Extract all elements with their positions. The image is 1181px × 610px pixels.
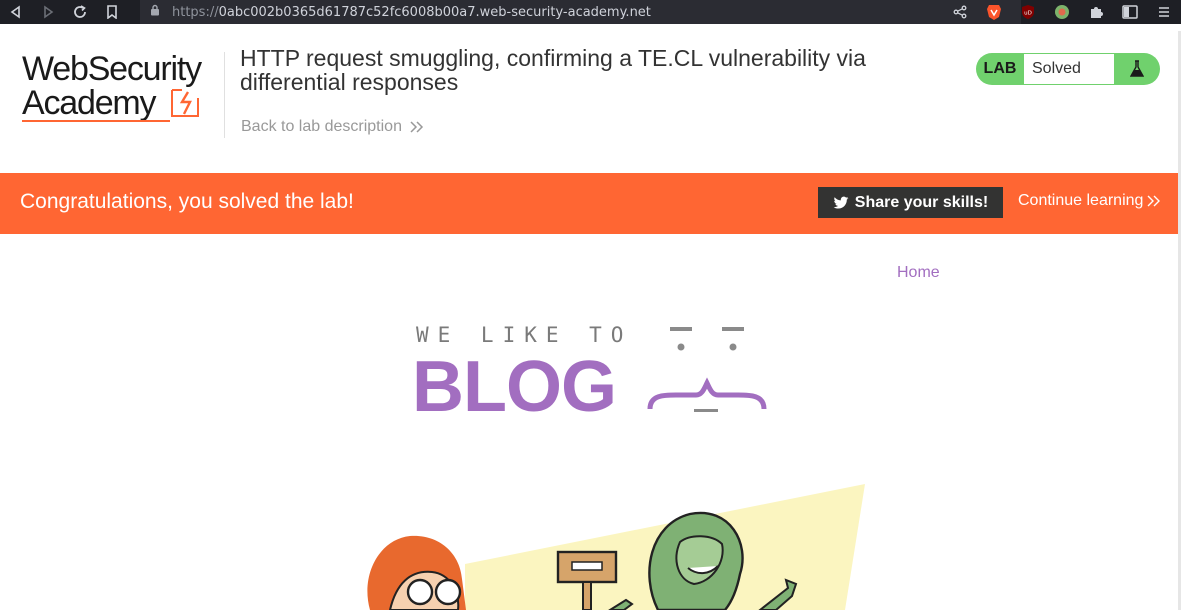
logo-line-2: Academy bbox=[22, 84, 157, 122]
flask-icon bbox=[1114, 60, 1160, 78]
url-host: 0abc002b0365d61787c52fc6008b00a7.web-sec… bbox=[218, 4, 651, 20]
share-your-skills-button[interactable]: Share your skills! bbox=[818, 187, 1003, 218]
share-button-label: Share your skills! bbox=[854, 193, 989, 211]
url-text: https://0abc002b0365d61787c52fc6008b00a7… bbox=[172, 5, 651, 20]
lock-icon bbox=[150, 3, 160, 21]
blog-logo-word: BLOG bbox=[412, 347, 617, 427]
back-to-lab-description-link[interactable]: Back to lab description bbox=[241, 118, 424, 136]
web-security-academy-logo[interactable]: WebSecurity Academy bbox=[22, 52, 222, 132]
share-icon[interactable] bbox=[943, 0, 977, 24]
extension-circle-icon[interactable] bbox=[1045, 0, 1079, 24]
blog-page: Home WE LIKE TO BLOG bbox=[0, 234, 1181, 610]
logo-bolt-icon bbox=[171, 89, 199, 117]
double-chevron-right-icon bbox=[410, 121, 424, 133]
double-chevron-right-icon bbox=[1147, 195, 1161, 207]
congratulations-message: Congratulations, you solved the lab! bbox=[20, 190, 354, 213]
back-link-label: Back to lab description bbox=[241, 118, 402, 135]
twitter-icon bbox=[833, 196, 849, 209]
puzzle-icon[interactable] bbox=[1079, 0, 1113, 24]
bookmark-icon[interactable] bbox=[96, 0, 128, 24]
logo-line-1: WebSecurity bbox=[22, 50, 202, 88]
logo-underline bbox=[22, 120, 170, 122]
academy-lab-header: WebSecurity Academy HTTP request smuggli… bbox=[0, 31, 1181, 173]
svg-text:uD: uD bbox=[1024, 11, 1032, 17]
sidebar-icon[interactable] bbox=[1113, 0, 1147, 24]
header-divider bbox=[224, 52, 225, 138]
address-bar[interactable]: https://0abc002b0365d61787c52fc6008b00a7… bbox=[140, 0, 1021, 24]
lab-solved-banner: Congratulations, you solved the lab! Sha… bbox=[0, 173, 1181, 234]
ublock-icon[interactable]: uD bbox=[1011, 0, 1045, 24]
continue-link-label: Continue learning bbox=[1018, 192, 1144, 209]
lab-status-text: Solved bbox=[1024, 54, 1114, 84]
continue-learning-link[interactable]: Continue learning bbox=[1018, 192, 1161, 210]
menu-icon[interactable] bbox=[1147, 0, 1181, 24]
lab-status-widget: LAB Solved bbox=[976, 53, 1160, 85]
blog-hero-illustration bbox=[367, 484, 865, 610]
browser-tools: uD bbox=[943, 0, 1181, 24]
nav-home-link[interactable]: Home bbox=[897, 264, 940, 282]
reload-icon[interactable] bbox=[64, 0, 96, 24]
blog-logo-tagline: WE LIKE TO bbox=[416, 323, 633, 347]
browser-toolbar: https://0abc002b0365d61787c52fc6008b00a7… bbox=[0, 0, 1181, 24]
forward-arrow-icon[interactable] bbox=[32, 0, 64, 24]
lab-title: HTTP request smuggling, confirming a TE.… bbox=[240, 45, 866, 95]
blog-logo: WE LIKE TO BLOG bbox=[410, 319, 770, 429]
back-arrow-icon[interactable] bbox=[0, 0, 32, 24]
url-protocol: https:// bbox=[172, 4, 219, 20]
brave-lion-icon[interactable] bbox=[977, 0, 1011, 24]
face-emoticon-icon bbox=[647, 327, 767, 412]
lab-badge: LAB bbox=[983, 60, 1017, 77]
